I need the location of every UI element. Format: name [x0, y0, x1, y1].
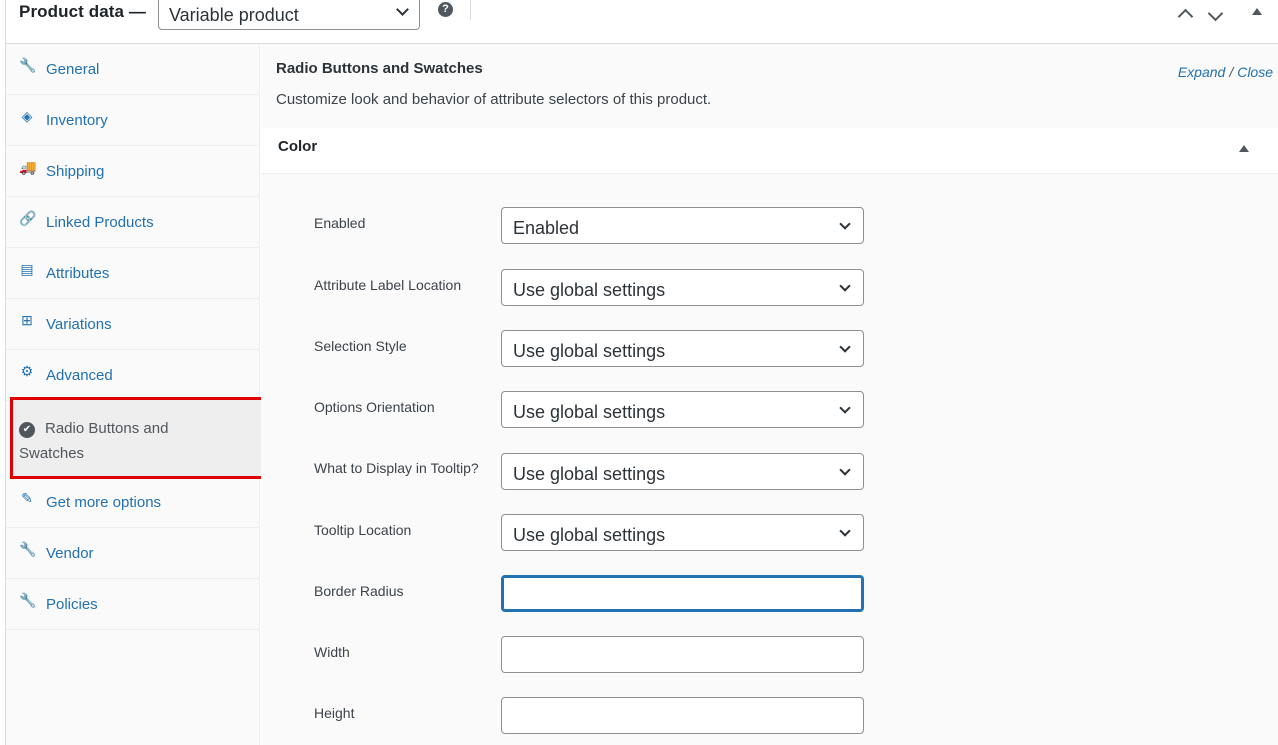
chevron-down-icon	[839, 464, 851, 476]
tab-label: Radio Buttons and Swatches	[19, 420, 169, 462]
tooltip-location-select[interactable]: Use global settings	[501, 514, 864, 551]
tab-label: Attributes	[46, 265, 110, 282]
tooltip-display-value: Use global settings	[513, 464, 666, 484]
close-link[interactable]: Close	[1237, 64, 1273, 80]
product-type-select[interactable]: Variable product	[158, 0, 420, 30]
tooltip-display-select[interactable]: Use global settings	[501, 453, 864, 490]
enabled-value: Enabled	[513, 218, 580, 238]
product-data-tabs: 🔧 General ◈ Inventory 🚚 Shipping 🔗 Linke…	[6, 44, 265, 745]
tab-label: Get more options	[46, 494, 162, 511]
tab-advanced[interactable]: ⚙ Advanced	[6, 350, 260, 401]
options-orientation-value: Use global settings	[513, 402, 666, 422]
options-orientation-select[interactable]: Use global settings	[501, 391, 864, 428]
move-up-button[interactable]	[1175, 4, 1197, 25]
tab-linked-products[interactable]: 🔗 Linked Products	[6, 197, 260, 248]
tab-policies[interactable]: 🔧 Policies	[6, 579, 260, 630]
tab-label: Policies	[46, 596, 98, 613]
section-title: Radio Buttons and Swatches	[276, 60, 483, 77]
tab-label: Inventory	[46, 112, 108, 129]
tab-label: Variations	[46, 316, 112, 333]
gear-icon: ⚙	[20, 363, 34, 379]
section-description: Customize look and behavior of attribute…	[276, 91, 712, 108]
chevron-up-icon	[1177, 8, 1194, 25]
tooltip-display-label: What to Display in Tooltip?	[314, 460, 479, 476]
tab-content: Radio Buttons and Swatches Expand / Close …	[261, 44, 1278, 745]
tab-vendor[interactable]: 🔧 Vendor	[6, 528, 260, 579]
chevron-down-icon	[839, 218, 851, 230]
width-label: Width	[314, 644, 350, 660]
grid-icon: ⊞	[21, 312, 33, 328]
height-label: Height	[314, 705, 355, 721]
selection-style-value: Use global settings	[513, 341, 666, 361]
tooltip-location-value: Use global settings	[513, 525, 666, 545]
link-separator: /	[1229, 64, 1234, 80]
chevron-down-icon	[396, 3, 409, 16]
header-divider	[470, 0, 471, 20]
tab-inventory[interactable]: ◈ Inventory	[6, 95, 260, 146]
product-data-header: Product data — Variable product ?	[6, 0, 1278, 44]
chevron-down-icon	[839, 402, 851, 414]
chevron-down-icon	[1207, 5, 1224, 22]
plugin-icon: ✎	[21, 490, 33, 506]
collapse-panel-toggle-icon[interactable]	[1252, 8, 1262, 15]
tab-radio-buttons-and-swatches[interactable]: ✔ Radio Buttons and Swatches	[10, 397, 265, 479]
tag-icon: ◈	[21, 108, 33, 124]
wrench-icon: 🔧	[19, 541, 37, 557]
selection-style-select[interactable]: Use global settings	[501, 330, 864, 367]
tab-label: Advanced	[46, 367, 113, 384]
collapse-attribute-icon[interactable]	[1239, 145, 1249, 152]
tab-shipping[interactable]: 🚚 Shipping	[6, 146, 260, 197]
enabled-label: Enabled	[314, 215, 366, 231]
list-icon: ▤	[20, 261, 34, 277]
chevron-down-icon	[839, 525, 851, 537]
product-data-title: Product data —	[19, 2, 147, 21]
chevron-down-icon	[839, 341, 851, 353]
attribute-header[interactable]: Color	[261, 128, 1278, 174]
truck-icon: 🚚	[19, 159, 37, 175]
tab-general[interactable]: 🔧 General	[6, 44, 260, 95]
expand-close-links: Expand / Close	[1178, 64, 1273, 80]
border-radius-input[interactable]	[501, 575, 864, 612]
check-circle-icon: ✔	[19, 422, 35, 438]
attribute-label-location-select[interactable]: Use global settings	[501, 269, 864, 306]
wrench-icon: 🔧	[19, 592, 37, 608]
tab-get-more-options[interactable]: ✎ Get more options	[6, 477, 260, 528]
tab-label: General	[46, 61, 100, 78]
product-data-panel: Product data — Variable product ? 🔧 Gene…	[5, 0, 1278, 745]
move-down-button[interactable]	[1205, 5, 1227, 26]
options-orientation-label: Options Orientation	[314, 399, 435, 415]
wrench-icon: 🔧	[19, 57, 37, 73]
product-type-value: Variable product	[169, 5, 299, 25]
tooltip-location-label: Tooltip Location	[314, 522, 412, 538]
tab-label: Vendor	[46, 545, 94, 562]
tab-label-wrap: ✔ Radio Buttons and Swatches	[19, 416, 219, 466]
height-input[interactable]	[501, 697, 864, 734]
expand-link[interactable]: Expand	[1178, 64, 1225, 80]
chevron-down-icon	[839, 280, 851, 292]
enabled-select[interactable]: Enabled	[501, 207, 864, 244]
tab-label: Linked Products	[46, 214, 154, 231]
tab-label: Shipping	[46, 163, 105, 180]
attribute-label-location-label: Attribute Label Location	[314, 277, 462, 293]
tab-attributes[interactable]: ▤ Attributes	[6, 248, 260, 299]
link-icon: 🔗	[19, 210, 37, 226]
width-input[interactable]	[501, 636, 864, 673]
help-icon[interactable]: ?	[438, 2, 453, 17]
attribute-name: Color	[278, 138, 318, 155]
tab-variations[interactable]: ⊞ Variations	[6, 299, 260, 350]
attribute-label-location-value: Use global settings	[513, 280, 666, 300]
selection-style-label: Selection Style	[314, 338, 407, 354]
border-radius-label: Border Radius	[314, 583, 404, 599]
